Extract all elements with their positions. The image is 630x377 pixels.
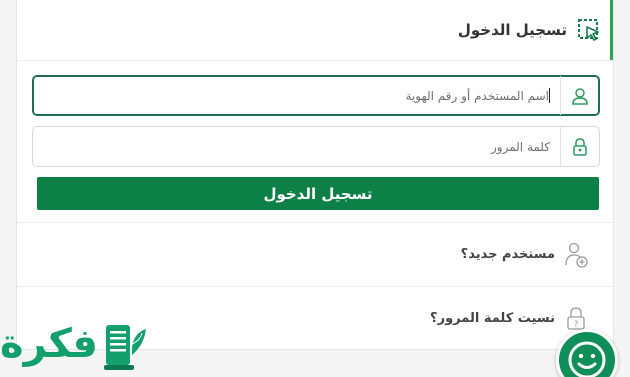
username-placeholder: اسم المستخدم أو رقم الهوية	[405, 88, 549, 103]
smile-chat-icon	[568, 341, 606, 377]
book-leaf-icon	[104, 325, 146, 370]
cursor-select-icon	[578, 19, 599, 41]
page-title: تسجيل الدخول	[457, 21, 567, 39]
logo-text: فكرة	[0, 321, 100, 367]
password-icon-box	[560, 127, 599, 166]
user-icon	[572, 87, 588, 105]
password-field[interactable]: كلمة المرور	[32, 126, 600, 167]
password-input[interactable]: كلمة المرور	[33, 127, 560, 166]
new-user-label: مستخدم جديد؟	[460, 247, 555, 262]
username-field[interactable]: اسم المستخدم أو رقم الهوية	[32, 75, 600, 116]
login-header: تسجيل الدخول	[17, 0, 613, 61]
site-logo: فكرة	[0, 315, 155, 377]
password-placeholder: كلمة المرور	[490, 139, 550, 154]
new-user-link[interactable]: مستخدم جديد؟	[17, 222, 613, 286]
add-user-icon	[565, 242, 588, 268]
username-input[interactable]: اسم المستخدم أو رقم الهوية	[33, 76, 560, 115]
username-icon-box	[560, 76, 599, 115]
svg-text:?: ?	[574, 320, 579, 330]
forgot-password-label: نسيت كلمة المرور؟	[430, 311, 555, 326]
login-panel: تسجيل الدخول اسم المستخدم أو رقم الهوية …	[16, 0, 614, 350]
text-caret	[549, 88, 550, 103]
lock-icon	[573, 137, 587, 156]
login-button[interactable]: تسجيل الدخول	[37, 177, 599, 210]
